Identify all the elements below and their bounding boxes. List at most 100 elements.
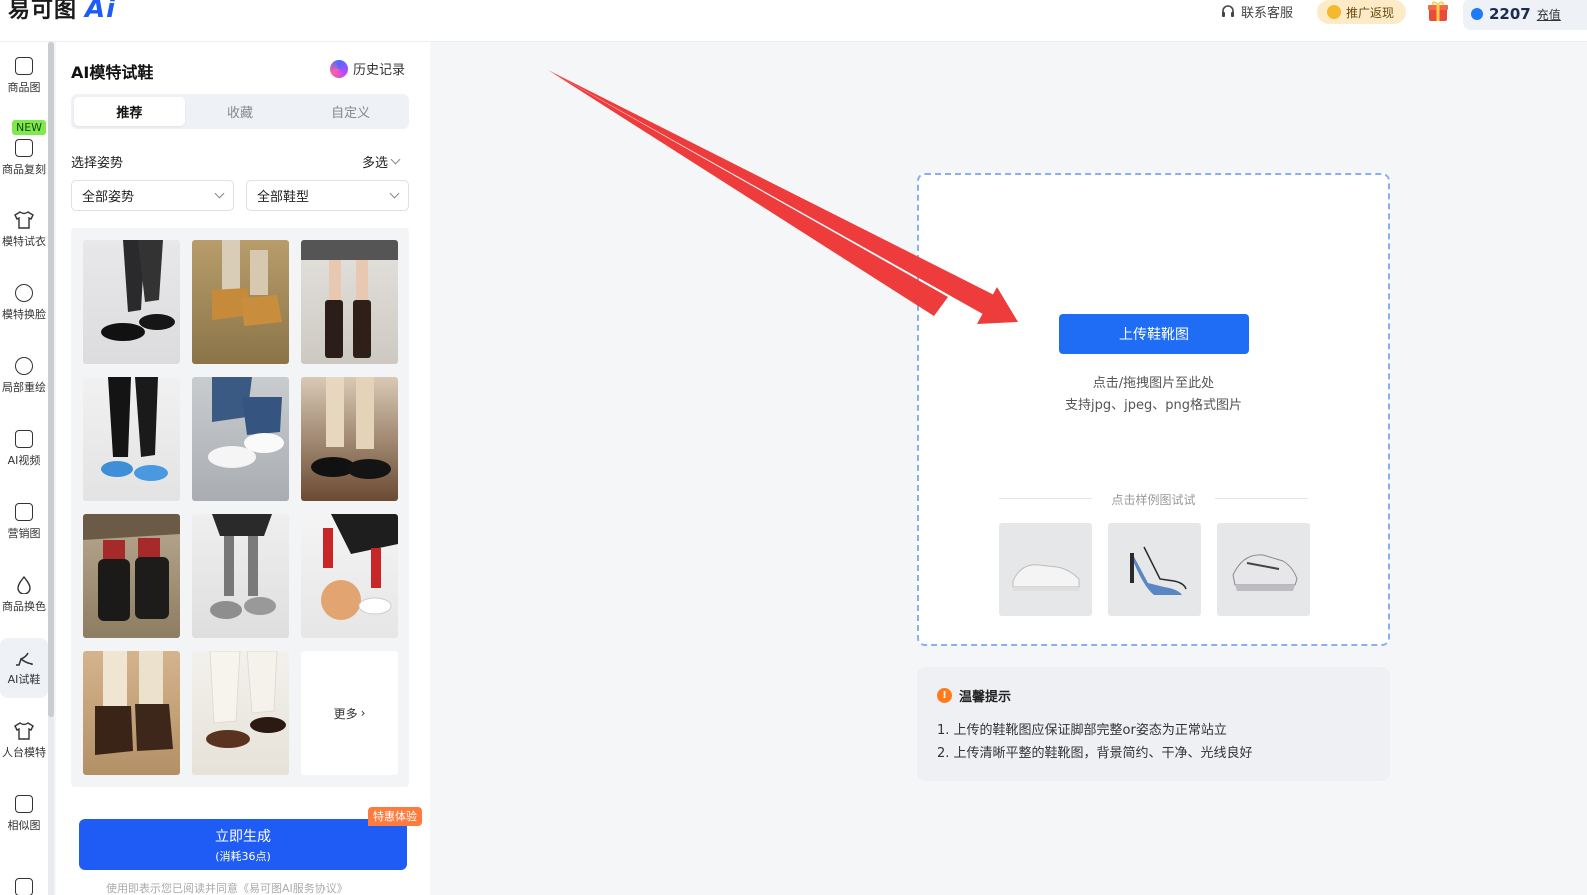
promo-cashback-button[interactable]: 推广返现 xyxy=(1317,0,1407,24)
headset-icon xyxy=(1222,4,1234,17)
pose-thumbnail[interactable] xyxy=(301,240,398,364)
nav-item-product-image[interactable]: 商品图 xyxy=(0,46,48,106)
high-heel-icon xyxy=(16,652,33,666)
tip-item: 2. 上传清晰平整的鞋靴图，背景简约、干净、光线良好 xyxy=(937,746,1253,761)
nav-item-similar[interactable]: 相似图 xyxy=(0,784,48,844)
upload-hint-formats: 支持jpg、jpeg、png格式图片 xyxy=(1065,398,1242,413)
nav-item-marketing[interactable]: 营销图 xyxy=(0,492,48,552)
nav-label: 相似图 xyxy=(7,819,41,832)
pose-thumbnail[interactable] xyxy=(192,377,289,501)
more-poses-button[interactable]: 更多 › xyxy=(301,651,398,775)
shirt-icon xyxy=(14,211,34,229)
tab-bar: 推荐 收藏 自定义 xyxy=(71,94,409,129)
nav-label: 商品复刻 xyxy=(2,163,46,176)
document-icon xyxy=(15,503,33,521)
history-link[interactable]: 历史记录 xyxy=(330,59,405,78)
pose-thumbnail[interactable] xyxy=(83,377,180,501)
multi-select-toggle[interactable]: 多选 xyxy=(362,152,401,171)
clock-icon xyxy=(330,59,348,78)
pose-thumbnail[interactable] xyxy=(83,651,180,775)
nav-label: 商品换色 xyxy=(2,600,46,613)
pose-thumbnail[interactable] xyxy=(192,514,289,638)
image-box-icon xyxy=(15,57,33,75)
upload-shoe-button[interactable]: 上传鞋靴图 xyxy=(1059,314,1249,354)
nav-item-face-swap[interactable]: 模特换脸 xyxy=(0,273,48,333)
nav-item-ai-video[interactable]: AI视频 xyxy=(0,419,48,479)
sample-label: 点击样例图试试 xyxy=(1111,493,1196,507)
pose-select[interactable]: 全部姿势 xyxy=(71,180,234,211)
pose-grid: 更多 › xyxy=(71,228,409,787)
nav-label: 商品图 xyxy=(7,81,41,94)
generate-button[interactable]: 立即生成 (消耗36点) xyxy=(79,819,407,870)
nav-label: 模特试衣 xyxy=(2,235,46,248)
tips-header: ! 温馨提示 xyxy=(937,686,1011,705)
nav-item-recolor[interactable]: 商品换色 xyxy=(0,565,48,625)
mannequin-icon xyxy=(14,722,34,740)
pose-thumbnail[interactable] xyxy=(83,240,180,364)
nav-label: 人台模特 xyxy=(2,746,46,759)
points-icon xyxy=(1471,8,1483,20)
tab-custom[interactable]: 自定义 xyxy=(295,97,406,126)
pose-thumbnail[interactable] xyxy=(301,514,398,638)
promo-label: 推广返现 xyxy=(1346,5,1395,20)
recharge-link[interactable]: 充值 xyxy=(1537,6,1561,23)
generate-label: 立即生成 xyxy=(215,828,271,845)
left-nav-rail: 商品图 NEW 商品复刻 模特试衣 模特换脸 局部重绘 AI视频 营销图 商品换… xyxy=(0,42,48,895)
chevron-down-icon xyxy=(390,154,401,165)
logo[interactable]: 易可图 Ai xyxy=(8,0,116,24)
tab-favorites[interactable]: 收藏 xyxy=(185,97,296,126)
pose-thumbnail[interactable] xyxy=(192,240,289,364)
shoe-type-select[interactable]: 全部鞋型 xyxy=(246,180,409,211)
logo-ai: Ai xyxy=(85,0,117,24)
nav-label: 营销图 xyxy=(7,527,41,540)
nav-item-inpaint[interactable]: 局部重绘 xyxy=(0,346,48,406)
tab-recommend[interactable]: 推荐 xyxy=(74,97,185,126)
sample-image-sneaker[interactable] xyxy=(999,523,1092,616)
face-icon xyxy=(15,284,33,302)
points-balance: 2207 充值 xyxy=(1463,0,1587,30)
gift-icon[interactable] xyxy=(1427,0,1449,27)
special-offer-badge: 特惠体验 xyxy=(368,807,422,826)
shoe-type-select-value: 全部鞋型 xyxy=(257,190,310,205)
nav-label: 局部重绘 xyxy=(2,381,46,394)
pose-thumbnail[interactable] xyxy=(301,377,398,501)
sample-image-running-shoe[interactable] xyxy=(1217,523,1310,616)
contact-service-label: 联系客服 xyxy=(1241,6,1294,21)
agreement-note: 使用即表示您已阅读并同意《易可图AI服务协议》 xyxy=(106,882,348,895)
panel-title: AI模特试鞋 xyxy=(71,63,154,82)
exclamation-icon: ! xyxy=(937,688,952,703)
chevron-right-icon: › xyxy=(360,706,366,720)
upload-dropzone[interactable]: 上传鞋靴图 点击/拖拽图片至此处 支持jpg、jpeg、png格式图片 点击样例… xyxy=(917,173,1390,646)
nav-item-next[interactable] xyxy=(0,857,48,895)
face-plus-icon xyxy=(15,357,33,375)
config-panel: AI模特试鞋 历史记录 推荐 收藏 自定义 选择姿势 多选 全部姿势 全部鞋型 xyxy=(56,42,430,895)
nav-label: 模特换脸 xyxy=(2,308,46,321)
more-label: 更多 xyxy=(333,706,358,721)
droplet-icon xyxy=(17,576,31,594)
generate-cost: (消耗36点) xyxy=(215,849,271,863)
logo-text: 易可图 xyxy=(8,0,78,23)
points-value: 2207 xyxy=(1489,5,1531,23)
nav-item-model-clothes[interactable]: 模特试衣 xyxy=(0,200,48,260)
tip-item: 1. 上传的鞋靴图应保证脚部完整or姿态为正常站立 xyxy=(937,723,1227,738)
nav-item-product-replicate[interactable]: 商品复刻 xyxy=(0,128,48,188)
tips-box: ! 温馨提示 1. 上传的鞋靴图应保证脚部完整or姿态为正常站立 2. 上传清晰… xyxy=(917,667,1390,781)
chevron-down-icon xyxy=(214,188,225,199)
pose-thumbnail[interactable] xyxy=(192,651,289,775)
pose-section-label: 选择姿势 xyxy=(71,156,124,171)
sample-image-heel[interactable] xyxy=(1108,523,1201,616)
nav-label: AI视频 xyxy=(7,454,41,467)
pose-select-value: 全部姿势 xyxy=(82,190,135,205)
nav-item-mannequin[interactable]: 人台模特 xyxy=(0,711,48,771)
rail-scrollbar-thumb[interactable] xyxy=(48,42,54,717)
chevron-down-icon xyxy=(389,188,400,199)
contact-service-link[interactable]: 联系客服 xyxy=(1220,2,1293,21)
coin-icon xyxy=(1327,5,1341,19)
nav-item-ai-shoes[interactable]: AI试鞋 xyxy=(0,638,48,698)
video-icon xyxy=(15,430,33,448)
expand-icon xyxy=(15,878,33,895)
top-header: 易可图 Ai 联系客服 推广返现 2207 充值 xyxy=(0,0,1587,42)
upload-hint-drag: 点击/拖拽图片至此处 xyxy=(1092,376,1215,391)
pose-thumbnail[interactable] xyxy=(83,514,180,638)
nav-label: AI试鞋 xyxy=(7,673,41,686)
